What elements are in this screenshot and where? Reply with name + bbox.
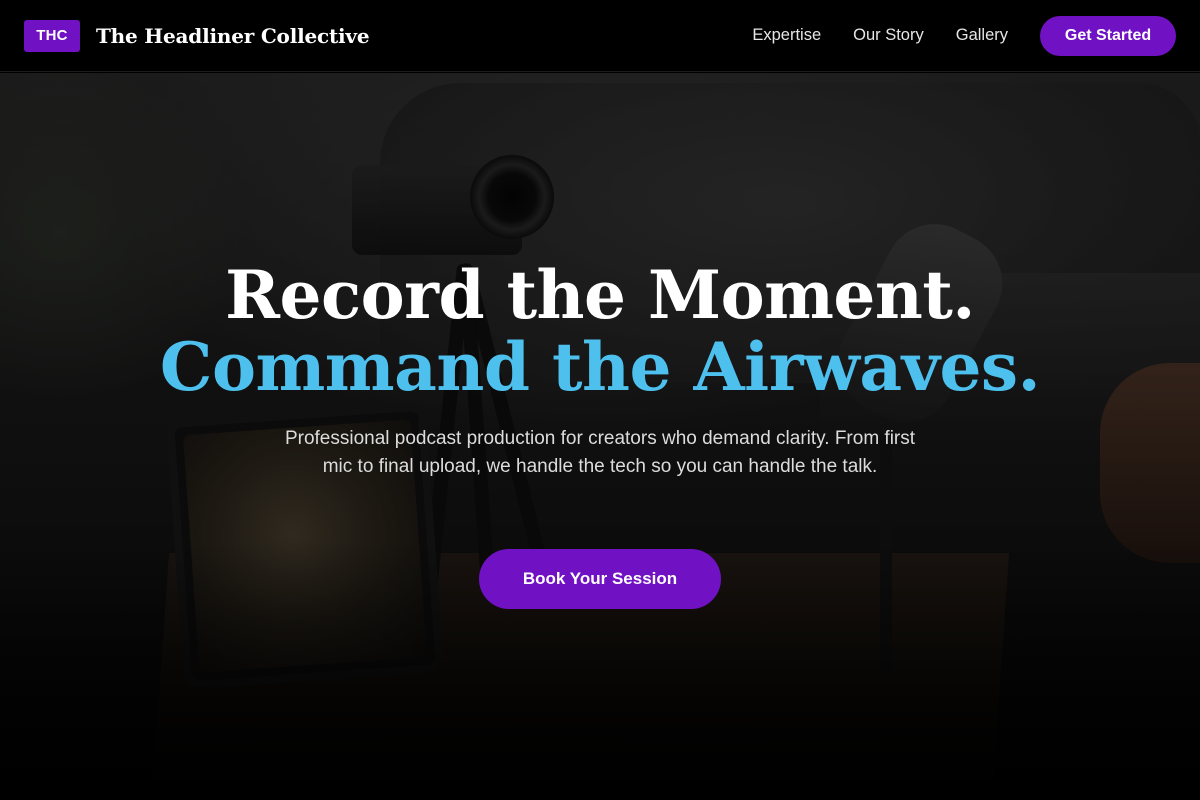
nav-link-gallery[interactable]: Gallery (956, 26, 1008, 45)
nav-link-expertise[interactable]: Expertise (752, 26, 821, 45)
hero-headline-line2: Command the Airwaves. (159, 328, 1041, 406)
brand-badge-logo[interactable]: THC (24, 19, 80, 52)
hero-section: Record the Moment. Command the Airwaves.… (0, 73, 1200, 800)
hero-subtext: Professional podcast production for crea… (284, 428, 916, 477)
brand-name[interactable]: The Headliner Collective (96, 24, 370, 48)
get-started-button[interactable]: Get Started (1040, 15, 1176, 56)
brand[interactable]: THC The Headliner Collective (24, 19, 370, 52)
top-navbar: THC The Headliner Collective Expertise O… (0, 0, 1200, 72)
book-session-button[interactable]: Book Your Session (479, 549, 721, 609)
nav-links: Expertise Our Story Gallery Get Started (752, 15, 1176, 56)
hero-headline-line1: Record the Moment. (225, 256, 975, 334)
nav-link-our-story[interactable]: Our Story (853, 26, 924, 45)
